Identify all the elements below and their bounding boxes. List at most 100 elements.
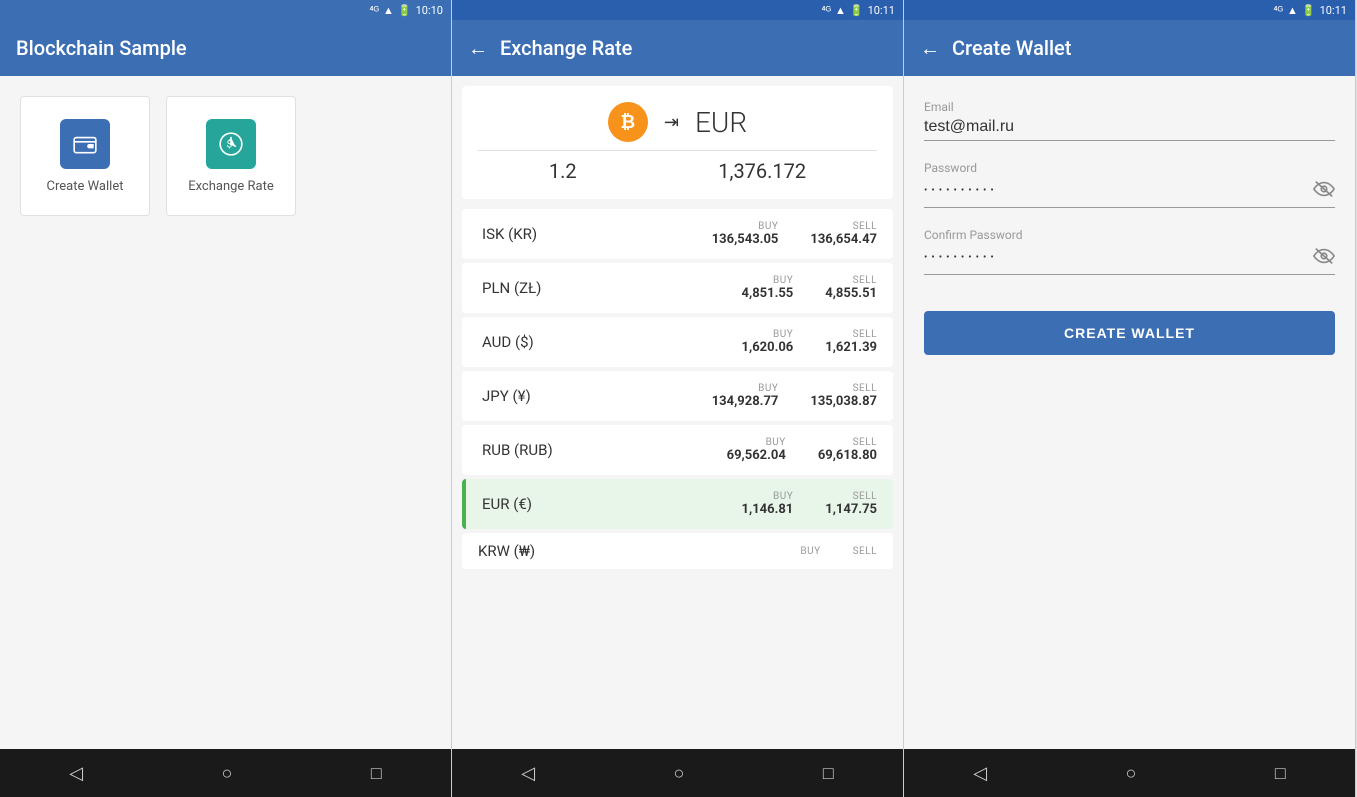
rate-row-rub[interactable]: RUB (RUB) BUY 69,562.04 SELL 69,618.80: [462, 425, 893, 475]
password-input-wrapper: ••••••••••: [924, 179, 1335, 208]
sell-header-pln: SELL: [853, 275, 877, 286]
buy-value-pln: 4,851.55: [742, 286, 794, 301]
buy-value-rub: 69,562.04: [727, 448, 786, 463]
exchange-arrow: ⇥: [664, 112, 679, 133]
screen-3: ⁴ᴳ ▲ 🔋 10:11 ← Create Wallet Email Passw…: [904, 0, 1356, 797]
btc-icon: ₿: [608, 102, 648, 142]
status-bar-2: ⁴ᴳ ▲ 🔋 10:11: [452, 0, 903, 20]
app-bar-2: ← Exchange Rate: [452, 20, 903, 76]
create-wallet-button[interactable]: CREATE WALLET: [924, 311, 1335, 355]
time-2: 10:11: [868, 4, 895, 17]
rate-buysell-isk: BUY 136,543.05 SELL 136,654.47: [712, 221, 877, 247]
rate-row-pln[interactable]: PLN (ZŁ) BUY 4,851.55 SELL 4,855.51: [462, 263, 893, 313]
back-button-3[interactable]: ◁: [953, 755, 1007, 792]
buy-value-aud: 1,620.06: [742, 340, 794, 355]
sell-value-rub: 69,618.80: [818, 448, 877, 463]
confirm-toggle-icon[interactable]: [1313, 247, 1335, 270]
home-button-2[interactable]: ○: [654, 755, 705, 792]
home-button-3[interactable]: ○: [1106, 755, 1157, 792]
email-input[interactable]: [924, 118, 1335, 136]
sell-header-rub: SELL: [853, 437, 877, 448]
home-button-1[interactable]: ○: [202, 755, 253, 792]
buy-header-isk: BUY: [758, 221, 778, 232]
nav-bar-3: ◁ ○ □: [904, 749, 1355, 797]
nav-bar-1: ◁ ○ □: [0, 749, 451, 797]
rate-buy-col-rub: BUY 69,562.04: [727, 437, 786, 463]
signal-icon-3: ⁴ᴳ: [1274, 4, 1284, 17]
rate-buy-col-aud: BUY 1,620.06: [742, 329, 794, 355]
confirm-input-wrapper: ••••••••••: [924, 246, 1335, 275]
back-icon-2[interactable]: ←: [468, 36, 488, 61]
password-field-group: Password ••••••••••: [924, 161, 1335, 208]
time-1: 10:10: [416, 4, 443, 17]
sell-header-krw: SELL: [853, 546, 877, 557]
btc-amount: 1.2: [549, 159, 577, 183]
screen-1: ⁴ᴳ ▲ 🔋 10:10 Blockchain Sample Create Wa…: [0, 0, 452, 797]
rate-currency-aud: AUD ($): [482, 333, 582, 351]
rate-buy-col-krw: BUY: [800, 546, 820, 557]
password-toggle-icon[interactable]: [1313, 180, 1335, 203]
battery-icon-2: 🔋: [850, 4, 864, 17]
sell-value-jpy: 135,038.87: [810, 394, 877, 409]
exchange-rate-icon: $: [206, 119, 256, 169]
rate-row-isk[interactable]: ISK (KR) BUY 136,543.05 SELL 136,654.47: [462, 209, 893, 259]
rate-buysell-krw-partial: BUY SELL: [800, 546, 877, 557]
create-wallet-icon: [60, 119, 110, 169]
rate-buysell-pln: BUY 4,851.55 SELL 4,855.51: [742, 275, 877, 301]
screen1-content: Create Wallet $ Exchange Rate: [0, 76, 451, 749]
rate-currency-jpy: JPY (¥): [482, 387, 582, 405]
rate-currency-pln: PLN (ZŁ): [482, 279, 582, 297]
buy-header-krw: BUY: [800, 546, 820, 557]
rate-buysell-rub: BUY 69,562.04 SELL 69,618.80: [727, 437, 877, 463]
app-bar-3: ← Create Wallet: [904, 20, 1355, 76]
recent-button-3[interactable]: □: [1255, 755, 1306, 792]
rate-sell-col-eur: SELL 1,147.75: [825, 491, 877, 517]
buy-header-aud: BUY: [773, 329, 793, 340]
eur-label: EUR: [695, 106, 747, 139]
rate-buy-col-isk: BUY 136,543.05: [712, 221, 779, 247]
exchange-rate-card[interactable]: $ Exchange Rate: [166, 96, 296, 216]
create-wallet-card[interactable]: Create Wallet: [20, 96, 150, 216]
confirm-password-field-group: Confirm Password ••••••••••: [924, 228, 1335, 275]
buy-value-eur: 1,146.81: [742, 502, 794, 517]
rate-row-eur[interactable]: EUR (€) BUY 1,146.81 SELL 1,147.75: [462, 479, 893, 529]
sell-header-jpy: SELL: [853, 383, 877, 394]
eur-amount: 1,376.172: [718, 159, 806, 183]
sell-value-aud: 1,621.39: [825, 340, 877, 355]
svg-text:$: $: [227, 139, 232, 150]
back-button-2[interactable]: ◁: [501, 755, 555, 792]
back-button-1[interactable]: ◁: [49, 755, 103, 792]
password-dots: ••••••••••: [924, 179, 1313, 203]
sell-value-eur: 1,147.75: [825, 502, 877, 517]
sell-header-aud: SELL: [853, 329, 877, 340]
rate-currency-krw: KRW (₩): [478, 542, 578, 560]
rate-buysell-eur: BUY 1,146.81 SELL 1,147.75: [742, 491, 877, 517]
exchange-content: ₿ ⇥ EUR 1.2 1,376.172 ISK (KR) BUY 136,5…: [452, 76, 903, 749]
rate-currency-eur: EUR (€): [482, 495, 582, 513]
back-icon-3[interactable]: ←: [920, 36, 940, 61]
email-field-group: Email: [924, 100, 1335, 141]
app-bar-1: Blockchain Sample: [0, 20, 451, 76]
rate-row-aud[interactable]: AUD ($) BUY 1,620.06 SELL 1,621.39: [462, 317, 893, 367]
rate-sell-col-aud: SELL 1,621.39: [825, 329, 877, 355]
signal-icon: ⁴ᴳ: [370, 4, 380, 17]
rate-buy-col-eur: BUY 1,146.81: [742, 491, 794, 517]
rate-buy-col-jpy: BUY 134,928.77: [712, 383, 779, 409]
sell-value-isk: 136,654.47: [810, 232, 877, 247]
status-bar-3: ⁴ᴳ ▲ 🔋 10:11: [904, 0, 1355, 20]
rate-sell-col-jpy: SELL 135,038.87: [810, 383, 877, 409]
confirm-password-label: Confirm Password: [924, 228, 1335, 242]
rate-buysell-jpy: BUY 134,928.77 SELL 135,038.87: [712, 383, 877, 409]
recent-button-2[interactable]: □: [803, 755, 854, 792]
exchange-values: 1.2 1,376.172: [478, 150, 877, 183]
create-wallet-form: Email Password •••••••••• Confir: [904, 76, 1355, 749]
rate-row-jpy[interactable]: JPY (¥) BUY 134,928.77 SELL 135,038.87: [462, 371, 893, 421]
confirm-dots: ••••••••••: [924, 246, 1313, 270]
recent-button-1[interactable]: □: [351, 755, 402, 792]
buy-value-isk: 136,543.05: [712, 232, 779, 247]
wifi-icon-3: ▲: [1287, 4, 1298, 17]
rate-sell-col-pln: SELL 4,855.51: [825, 275, 877, 301]
nav-bar-2: ◁ ○ □: [452, 749, 903, 797]
sell-header-isk: SELL: [853, 221, 877, 232]
exchange-header-box: ₿ ⇥ EUR 1.2 1,376.172: [462, 86, 893, 199]
